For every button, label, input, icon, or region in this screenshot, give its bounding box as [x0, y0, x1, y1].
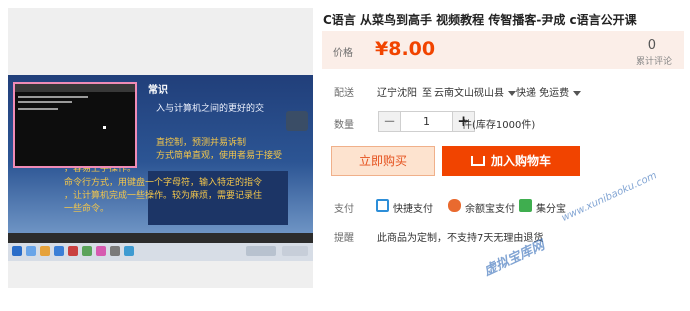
review-count-label[interactable]: 累计评论	[636, 54, 672, 67]
shipping-destination: 云南文山砚山县	[434, 88, 504, 99]
jifenbao-icon	[519, 199, 532, 212]
cmd-line	[18, 96, 88, 98]
taskbar-app-icon	[40, 246, 50, 256]
shipping-method: 快递 免运费	[516, 88, 570, 99]
quantity-input[interactable]: 1	[400, 112, 453, 131]
review-count[interactable]: 0	[648, 38, 656, 53]
cart-icon	[470, 156, 485, 166]
stock-text: 件(库存1000件)	[462, 120, 536, 131]
windows-taskbar	[8, 243, 313, 261]
price-label: 价格	[333, 48, 353, 59]
slide-line: 一些命令。	[64, 204, 110, 214]
taskbar-app-icon	[124, 246, 134, 256]
chevron-down-icon	[573, 90, 582, 96]
add-to-cart-label: 加入购物车	[490, 154, 551, 168]
quick-pay-icon	[376, 199, 389, 212]
slide-line: 命令行方式，用键盘一个字母符，输入特定的指令	[64, 178, 263, 188]
payment-method[interactable]: 余额宝支付	[465, 200, 515, 215]
product-title: C语言 从菜鸟到高手 视频教程 传智播客-尹成 c语言公开课	[323, 13, 637, 27]
shipping-to-word: 至	[422, 88, 432, 99]
slide-controls-strip	[8, 233, 313, 243]
payment-method[interactable]: 快捷支付	[393, 200, 433, 215]
taskbar-app-icon	[96, 246, 106, 256]
slide-line: 方式简单直观，使用者易于接受	[156, 151, 283, 161]
cmd-line	[18, 101, 72, 103]
taskbar-app-icon	[82, 246, 92, 256]
shipping-method-select[interactable]: 快递 免运费	[516, 84, 582, 99]
cmd-window	[13, 82, 137, 168]
add-to-cart-button[interactable]: 加入购物车	[442, 146, 580, 176]
quantity-stepper: − 1 +	[378, 111, 475, 132]
quantity-label: 数量	[334, 120, 354, 131]
yuebao-icon	[448, 199, 461, 212]
taskbar-app-icon	[68, 246, 78, 256]
buy-now-button[interactable]: 立即购买	[331, 146, 435, 176]
taskbar-app-icon	[26, 246, 36, 256]
video-screenshot[interactable]: 常识 入与计算机之间的更好的交 直控制，预测并易诉制 方式简单直观，使用者易于接…	[8, 75, 313, 261]
watermark-url: www.xunibaoku.com	[560, 170, 659, 224]
slide-background: 常识 入与计算机之间的更好的交 直控制，预测并易诉制 方式简单直观，使用者易于接…	[8, 75, 313, 233]
shipping-destination-select[interactable]: 云南文山砚山县	[434, 84, 516, 99]
product-media-panel: 常识 入与计算机之间的更好的交 直控制，预测并易诉制 方式简单直观，使用者易于接…	[8, 8, 313, 288]
tip-text: 此商品为定制，不支持7天无理由退货	[377, 233, 544, 244]
slide-line: 入与计算机之间的更好的交	[156, 104, 265, 114]
cmd-titlebar	[15, 84, 135, 92]
cmd-line	[18, 108, 58, 110]
payment-label: 支付	[334, 204, 354, 215]
slide-line: 直控制，预测并易诉制	[156, 138, 247, 148]
tip-label: 提醒	[334, 233, 354, 244]
chevron-down-icon	[508, 90, 516, 96]
taskbar-app-icon	[110, 246, 120, 256]
tray-clock	[282, 246, 308, 256]
tray-icons	[246, 246, 276, 256]
windows-start-icon	[12, 246, 22, 256]
shipping-from: 辽宁沈阳	[377, 88, 417, 99]
slide-title: 常识	[148, 85, 168, 96]
decrease-button[interactable]: −	[379, 112, 400, 131]
slide-line: ，让计算机完成一些操作。较为麻烦，需要记录住	[64, 191, 263, 201]
price-box: 价格 ¥8.00 0 累计评论	[322, 31, 684, 69]
shipping-label: 配送	[334, 88, 354, 99]
mouse-cursor-icon	[103, 126, 106, 129]
price-value: ¥8.00	[375, 38, 436, 60]
webcam-overlay	[286, 111, 308, 131]
taskbar-app-icon	[54, 246, 64, 256]
